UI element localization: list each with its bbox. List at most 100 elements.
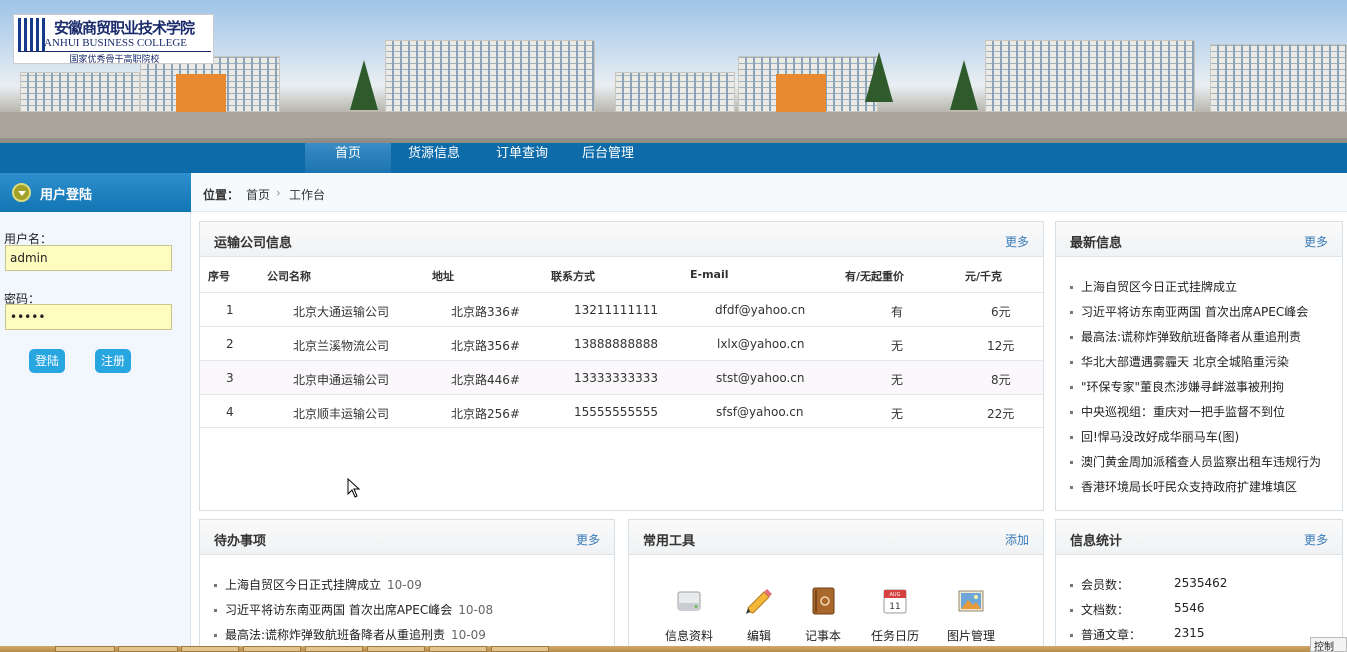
news-item[interactable]: 最高法:谎称炸弹致航班备降者从重追刑责	[1070, 328, 1301, 345]
svg-text:AUG: AUG	[890, 592, 901, 598]
cell-company: 北京兰溪物流公司	[293, 339, 390, 353]
banner-building	[385, 40, 595, 112]
login-button[interactable]: 登陆	[29, 349, 65, 373]
more-link[interactable]: 更多	[1304, 233, 1328, 250]
news-item[interactable]: 习近平将访东南亚两国 首次出席APEC峰会	[1070, 303, 1308, 320]
todo-date: 10-09	[451, 628, 486, 642]
stat-value: 2535462	[1174, 576, 1228, 590]
taskbar-button[interactable]	[367, 646, 425, 652]
transport-panel: 运输公司信息 更多 序号 公司名称 地址 联系方式 E-mail 有/无起重价 …	[199, 221, 1044, 511]
col-header-contact: 联系方式	[551, 270, 595, 283]
tools-panel: 常用工具 添加 信息资料 编辑 记事本 AUG 11 任务日历 图片管理	[628, 519, 1044, 652]
college-logo[interactable]: 安徽商贸职业技术学院 ANHUI BUSINESS COLLEGE 国家优秀骨干…	[13, 14, 214, 65]
news-item[interactable]: 回!悍马没改好成华丽马车(图)	[1070, 428, 1239, 445]
banner-building	[1210, 44, 1347, 112]
bullet-icon	[1070, 386, 1073, 389]
cell-base-price: 无	[891, 339, 904, 353]
table-row[interactable]: 3 北京申通运输公司 北京路446# 13333333333 stst@yaho…	[200, 360, 1043, 394]
todo-item[interactable]: 上海自贸区今日正式挂牌成立 10-09	[214, 576, 422, 593]
taskbar-button[interactable]	[491, 646, 549, 652]
more-link[interactable]: 更多	[1304, 531, 1328, 548]
breadcrumb-home[interactable]: 首页	[246, 186, 270, 203]
cell-index: 4	[226, 405, 234, 419]
table-row[interactable]: 1 北京大通运输公司 北京路336# 13211111111 dfdf@yaho…	[200, 292, 1043, 326]
panel-title: 信息统计	[1070, 534, 1123, 549]
banner-building-facade	[176, 74, 226, 112]
tool-label: 任务日历	[870, 629, 919, 643]
table-row[interactable]: 4 北京顺丰运输公司 北京路256# 15555555555 sfsf@yaho…	[200, 394, 1043, 428]
breadcrumb-separator: ›	[276, 186, 281, 200]
col-header-company: 公司名称	[267, 270, 311, 283]
panel-header: 最新信息 更多	[1056, 222, 1342, 257]
news-item[interactable]: 华北大部遭遇雾霾天 北京全城陷重污染	[1070, 353, 1289, 370]
stat-item: 文档数： 5546	[1070, 601, 1205, 618]
bullet-icon	[214, 609, 217, 612]
password-input[interactable]	[5, 304, 172, 330]
news-item[interactable]: "环保专家"董良杰涉嫌寻衅滋事被刑拘	[1070, 378, 1284, 395]
taskbar-button[interactable]	[429, 646, 487, 652]
news-item[interactable]: 香港环境局长吁民众支持政府扩建堆填区	[1070, 478, 1297, 495]
more-link[interactable]: 更多	[576, 531, 600, 548]
cell-phone: 13211111111	[574, 303, 658, 317]
todo-date: 10-09	[387, 578, 422, 592]
tool-label: 图片管理	[946, 629, 995, 643]
banner-building-facade	[776, 74, 826, 112]
nav-item-admin[interactable]: 后台管理	[570, 143, 646, 173]
taskbar-button[interactable]	[243, 646, 301, 652]
nav-item-orders[interactable]: 订单查询	[484, 143, 560, 173]
todo-item[interactable]: 习近平将访东南亚两国 首次出席APEC峰会 10-08	[214, 601, 493, 618]
cell-email: sfsf@yahoo.cn	[716, 405, 804, 419]
calendar-icon: AUG 11	[883, 589, 907, 614]
collapse-arrow-icon[interactable]	[12, 183, 31, 202]
logo-subtitle: 国家优秀骨干高职院校	[18, 51, 211, 65]
taskbar-button[interactable]	[181, 646, 239, 652]
nav-item-home[interactable]: 首页	[305, 143, 391, 173]
svg-text:11: 11	[889, 602, 900, 612]
news-item[interactable]: 中央巡视组：重庆对一把手监督不到位	[1070, 403, 1285, 420]
cell-base-price: 有	[891, 305, 904, 319]
breadcrumb-label: 位置：	[203, 188, 240, 202]
cell-unit-price: 22元	[987, 407, 1015, 421]
bullet-icon	[1070, 584, 1073, 587]
news-item[interactable]: 澳门黄金周加派稽查人员监察出租车违规行为	[1070, 453, 1321, 470]
todo-item[interactable]: 最高法:谎称炸弹致航班备降者从重追刑责 10-09	[214, 626, 486, 643]
mouse-cursor-icon	[347, 478, 361, 498]
bullet-icon	[214, 584, 217, 587]
sidebar-header[interactable]: 用户登陆	[0, 173, 191, 212]
cell-phone: 13888888888	[574, 337, 658, 351]
col-header-base-price: 有/无起重价	[845, 270, 905, 283]
tray-control-tab[interactable]: 控制	[1310, 637, 1347, 652]
taskbar-button[interactable]	[305, 646, 363, 652]
panel-header: 待办事项 更多	[200, 520, 614, 555]
cell-unit-price: 6元	[991, 305, 1011, 319]
more-link[interactable]: 更多	[1005, 233, 1029, 250]
tool-label: 记事本	[804, 629, 841, 643]
picture-icon	[958, 590, 984, 612]
bullet-icon	[1070, 361, 1073, 364]
cell-address: 北京路356#	[451, 339, 520, 353]
cell-unit-price: 12元	[987, 339, 1015, 353]
register-button[interactable]: 注册	[95, 349, 131, 373]
header-banner: 安徽商贸职业技术学院 ANHUI BUSINESS COLLEGE 国家优秀骨干…	[0, 0, 1347, 143]
table-row[interactable]: 2 北京兰溪物流公司 北京路356# 13888888888 lxlx@yaho…	[200, 326, 1043, 360]
cell-index: 3	[226, 371, 234, 385]
tool-label: 编辑	[746, 629, 771, 643]
taskbar-button[interactable]	[118, 646, 178, 652]
username-input[interactable]	[5, 245, 172, 271]
panel-title: 最新信息	[1070, 236, 1123, 251]
bullet-icon	[1070, 461, 1073, 464]
banner-building	[20, 72, 140, 112]
notebook-icon	[812, 587, 835, 615]
stats-panel: 信息统计 更多 会员数： 2535462 文档数： 5546 普通文章： 2315	[1055, 519, 1343, 652]
col-header-address: 地址	[432, 270, 454, 283]
add-link[interactable]: 添加	[1005, 531, 1029, 548]
taskbar-button[interactable]	[55, 646, 115, 652]
tool-label: 信息资料	[664, 629, 713, 643]
bullet-icon	[1070, 286, 1073, 289]
cell-index: 2	[226, 337, 234, 351]
news-item[interactable]: 上海自贸区今日正式挂牌成立	[1070, 278, 1237, 295]
panel-header: 运输公司信息 更多	[200, 222, 1043, 257]
nav-item-supply[interactable]: 货源信息	[396, 143, 472, 173]
pencil-icon	[746, 589, 772, 614]
bullet-icon	[1070, 336, 1073, 339]
